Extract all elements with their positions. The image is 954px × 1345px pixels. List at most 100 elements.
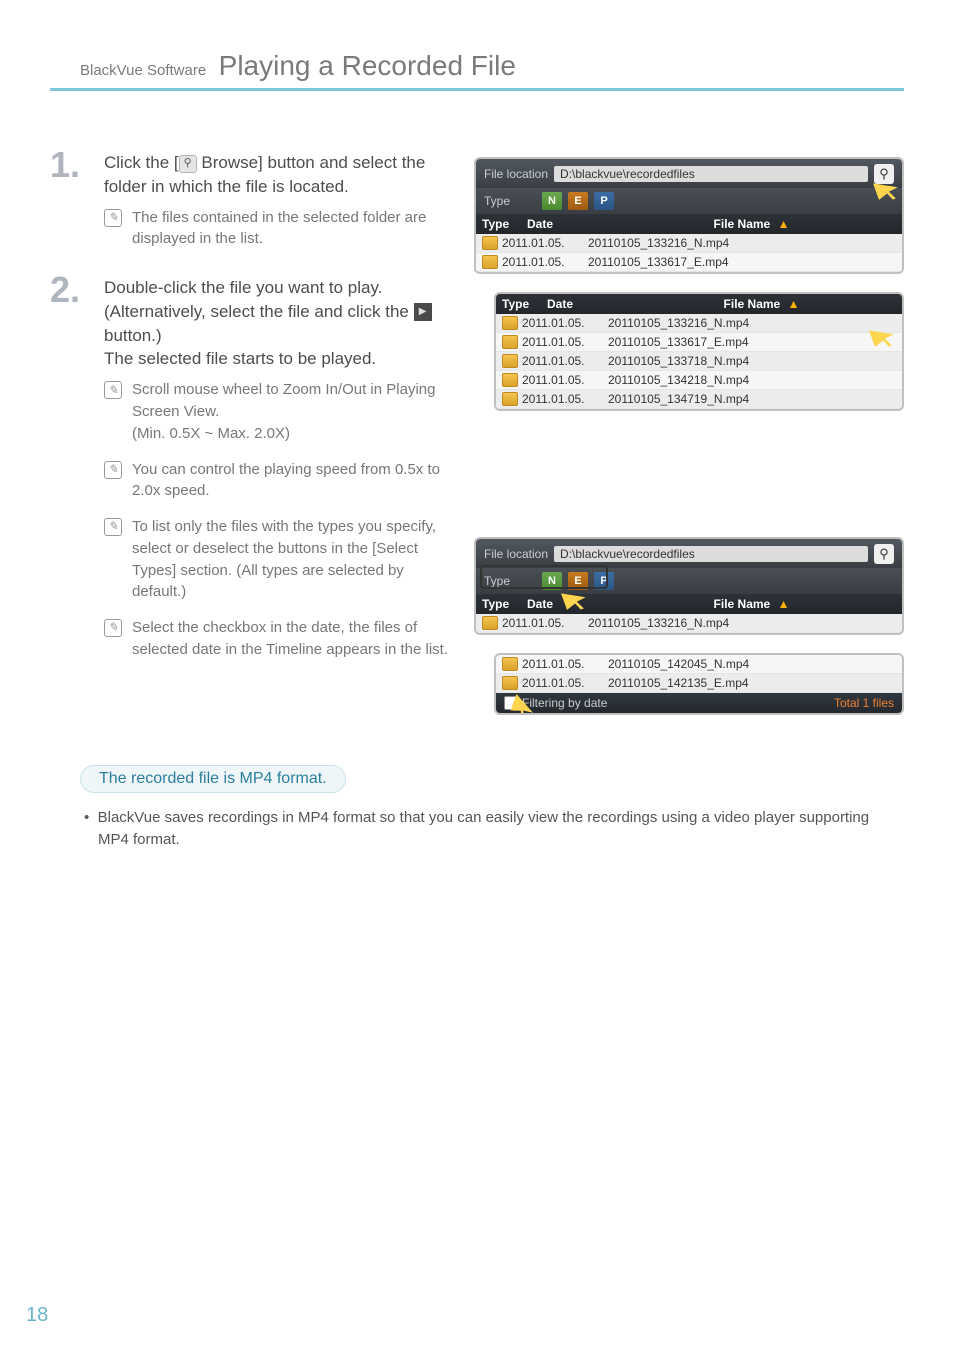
note-icon: ✎ bbox=[104, 209, 122, 227]
sort-asc-icon: ▲ bbox=[778, 217, 790, 231]
step-2-note-1-text: Scroll mouse wheel to Zoom In/Out in Pla… bbox=[132, 379, 450, 444]
row-date: 2011.01.05. bbox=[522, 354, 598, 368]
row-date: 2011.01.05. bbox=[502, 255, 578, 269]
step-2-note-1: ✎ Scroll mouse wheel to Zoom In/Out in P… bbox=[104, 379, 450, 444]
table-row[interactable]: 2011.01.05.20110105_133216_N.mp4 bbox=[496, 314, 902, 333]
row-filename: 20110105_134218_N.mp4 bbox=[598, 373, 896, 387]
screenshot-4: 2011.01.05.20110105_142045_N.mp4 2011.01… bbox=[494, 653, 904, 715]
note-text: Scroll mouse wheel to Zoom In/Out in Pla… bbox=[132, 381, 435, 420]
row-date: 2011.01.05. bbox=[502, 616, 578, 630]
column-header: Type Date File Name ▲ bbox=[476, 594, 902, 614]
row-date: 2011.01.05. bbox=[522, 335, 598, 349]
note-icon: ✎ bbox=[104, 518, 122, 536]
file-location-input[interactable]: D:\blackvue\recordedfiles bbox=[554, 166, 868, 182]
col-type[interactable]: Type bbox=[502, 297, 547, 311]
file-type-icon bbox=[482, 255, 498, 269]
table-row[interactable]: 2011.01.05.20110105_142135_E.mp4 bbox=[496, 674, 902, 693]
col-filename[interactable]: File Name ▲ bbox=[607, 597, 896, 611]
type-n-button[interactable]: N bbox=[542, 572, 562, 590]
screenshot-1: File location D:\blackvue\recordedfiles … bbox=[474, 157, 904, 274]
file-location-label: File location bbox=[484, 547, 548, 561]
step-1-note-1: ✎ The files contained in the selected fo… bbox=[104, 207, 450, 251]
step-1-body: Click the [⚲ Browse] button and select t… bbox=[104, 151, 450, 199]
col-date[interactable]: Date bbox=[547, 297, 627, 311]
row-date: 2011.01.05. bbox=[522, 676, 598, 690]
row-date: 2011.01.05. bbox=[522, 392, 598, 406]
step-2: 2. Double-click the file you want to pla… bbox=[50, 276, 450, 660]
row-filename: 20110105_134719_N.mp4 bbox=[598, 392, 896, 406]
col-filename[interactable]: File Name ▲ bbox=[607, 217, 896, 231]
step-2-note-3: ✎ To list only the files with the types … bbox=[104, 516, 450, 603]
play-icon: ▶ bbox=[414, 303, 432, 321]
type-p-button[interactable]: P bbox=[594, 572, 614, 590]
file-type-icon bbox=[502, 392, 518, 406]
step-2-note-2: ✎ You can control the playing speed from… bbox=[104, 459, 450, 503]
file-type-icon bbox=[482, 616, 498, 630]
row-filename: 20110105_133718_N.mp4 bbox=[598, 354, 896, 368]
file-type-icon bbox=[502, 373, 518, 387]
type-filter-label: Type bbox=[484, 574, 510, 588]
step-1-number: 1. bbox=[50, 147, 90, 183]
sort-asc-icon: ▲ bbox=[778, 597, 790, 611]
table-row[interactable]: 2011.01.05.20110105_142045_N.mp4 bbox=[496, 655, 902, 674]
file-type-icon bbox=[482, 236, 498, 250]
type-n-button[interactable]: N bbox=[542, 192, 562, 210]
instruction-column: 1. Click the [⚲ Browse] button and selec… bbox=[50, 151, 450, 715]
row-filename: 20110105_142135_E.mp4 bbox=[598, 676, 896, 690]
step-2-body: Double-click the file you want to play. … bbox=[104, 276, 450, 371]
screenshot-column: File location D:\blackvue\recordedfiles … bbox=[474, 151, 904, 715]
row-date: 2011.01.05. bbox=[502, 236, 578, 250]
magnifier-icon: ⚲ bbox=[179, 155, 197, 173]
table-row[interactable]: 2011.01.05.20110105_133617_E.mp4 bbox=[476, 253, 902, 272]
file-type-icon bbox=[502, 354, 518, 368]
browse-button[interactable]: ⚲ bbox=[874, 164, 894, 184]
step-1: 1. Click the [⚲ Browse] button and selec… bbox=[50, 151, 450, 250]
col-type[interactable]: Type bbox=[482, 597, 527, 611]
row-date: 2011.01.05. bbox=[522, 316, 598, 330]
bullet-icon: • bbox=[84, 809, 89, 826]
row-date: 2011.01.05. bbox=[522, 657, 598, 671]
browse-button[interactable]: ⚲ bbox=[874, 544, 894, 564]
table-row[interactable]: 2011.01.05.20110105_133718_N.mp4 bbox=[496, 352, 902, 371]
file-type-icon bbox=[502, 335, 518, 349]
table-row[interactable]: 2011.01.05.20110105_133216_N.mp4 bbox=[476, 234, 902, 253]
file-type-icon bbox=[502, 676, 518, 690]
total-files-label: Total 1 files bbox=[834, 696, 894, 710]
note-icon: ✎ bbox=[104, 619, 122, 637]
file-location-label: File location bbox=[484, 167, 548, 181]
step-1-note-1-text: The files contained in the selected fold… bbox=[132, 207, 450, 251]
step-2-pre: Double-click the file you want to play. … bbox=[104, 278, 414, 321]
col-type[interactable]: Type bbox=[482, 217, 527, 231]
type-filter-label: Type bbox=[484, 194, 510, 208]
step-2-number: 2. bbox=[50, 272, 90, 308]
row-filename: 20110105_133216_N.mp4 bbox=[578, 236, 896, 250]
note-text: Select the checkbox in the date, the fil… bbox=[132, 617, 450, 661]
step-2-post: button.) bbox=[104, 326, 162, 345]
col-date[interactable]: Date bbox=[527, 217, 607, 231]
title-main: Playing a Recorded File bbox=[219, 50, 516, 81]
column-header: Type Date File Name ▲ bbox=[476, 214, 902, 234]
row-filename: 20110105_133216_N.mp4 bbox=[598, 316, 896, 330]
sort-asc-icon: ▲ bbox=[788, 297, 800, 311]
type-e-button[interactable]: E bbox=[568, 572, 588, 590]
type-p-button[interactable]: P bbox=[594, 192, 614, 210]
col-filename[interactable]: File Name ▲ bbox=[627, 297, 896, 311]
type-e-button[interactable]: E bbox=[568, 192, 588, 210]
table-row[interactable]: 2011.01.05.20110105_134719_N.mp4 bbox=[496, 390, 902, 409]
step-2-line2: The selected file starts to be played. bbox=[104, 349, 376, 368]
filter-by-date-label: Filtering by date bbox=[522, 696, 607, 710]
step-1-pre: Click the [ bbox=[104, 153, 179, 172]
bullet-note: • BlackVue saves recordings in MP4 forma… bbox=[50, 793, 904, 851]
screenshot-2: Type Date File Name ▲ 2011.01.05.2011010… bbox=[494, 292, 904, 411]
table-row[interactable]: 2011.01.05.20110105_133617_E.mp4 bbox=[496, 333, 902, 352]
column-header: Type Date File Name ▲ bbox=[496, 294, 902, 314]
file-type-icon bbox=[502, 657, 518, 671]
row-filename: 20110105_133617_E.mp4 bbox=[578, 255, 896, 269]
note-text: You can control the playing speed from 0… bbox=[132, 459, 450, 503]
page-title-bar: BlackVue Software Playing a Recorded Fil… bbox=[50, 50, 904, 91]
table-row[interactable]: 2011.01.05.20110105_134218_N.mp4 bbox=[496, 371, 902, 390]
file-location-input[interactable]: D:\blackvue\recordedfiles bbox=[554, 546, 868, 562]
row-filename: 20110105_133216_N.mp4 bbox=[578, 616, 896, 630]
table-row[interactable]: 2011.01.05.20110105_133216_N.mp4 bbox=[476, 614, 902, 633]
row-filename: 20110105_142045_N.mp4 bbox=[598, 657, 896, 671]
